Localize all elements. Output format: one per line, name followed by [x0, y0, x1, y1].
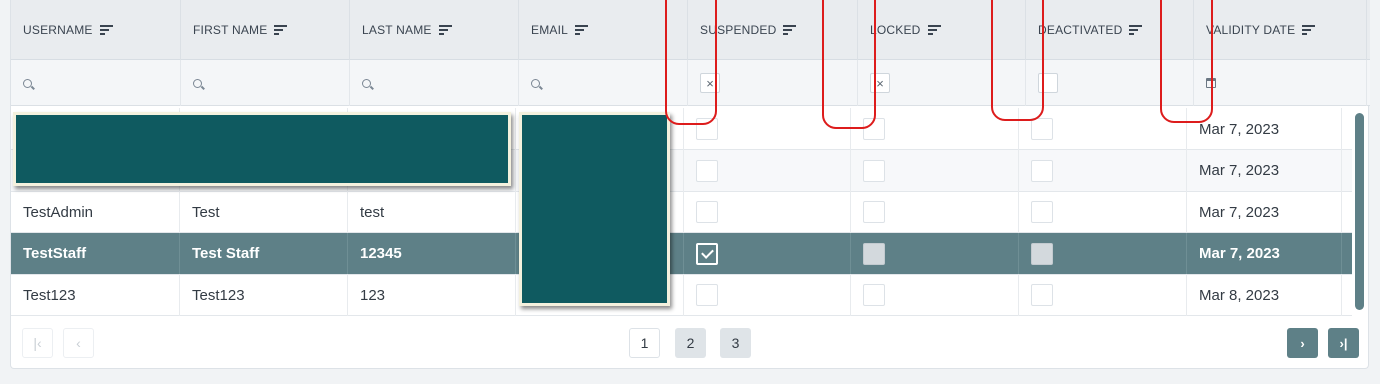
table-row[interactable]: TestStaff Test Staff 12345 Mar 7, 2023 — [11, 232, 1352, 275]
deactivated-checkbox[interactable] — [1031, 159, 1053, 182]
prev-page-icon: ‹ — [76, 335, 81, 351]
cell-deactivated — [1019, 232, 1187, 275]
sort-icon[interactable] — [274, 25, 288, 35]
cell-locked — [851, 274, 1019, 317]
suspended-checkbox[interactable] — [696, 242, 718, 265]
cell-last-name: test — [348, 191, 516, 234]
last-page-button[interactable]: ›| — [1328, 328, 1359, 358]
annotation-oval-3 — [991, 0, 1044, 121]
cell-locked — [851, 232, 1019, 275]
locked-checkbox[interactable] — [863, 201, 885, 224]
prev-page-button[interactable]: ‹ — [63, 328, 94, 358]
cell-validity-date: Mar 8, 2023 — [1187, 274, 1342, 317]
cell-deactivated — [1019, 191, 1187, 234]
vertical-scrollbar[interactable] — [1355, 113, 1364, 310]
page-button-1[interactable]: 1 — [629, 328, 660, 358]
filter-first-name[interactable] — [181, 60, 350, 106]
cell-deactivated — [1019, 274, 1187, 317]
cell-suspended — [684, 191, 851, 234]
deactivated-checkbox[interactable] — [1031, 284, 1053, 307]
cell-validity-date: Mar 7, 2023 — [1187, 191, 1342, 234]
next-page-icon: › — [1300, 335, 1305, 351]
cell-username: Test123 — [11, 274, 180, 317]
cell-last-name: 12345 — [348, 232, 516, 275]
annotation-oval-4 — [1160, 0, 1213, 123]
filter-username[interactable] — [11, 60, 181, 106]
sort-icon[interactable] — [99, 25, 113, 35]
column-header-label: DEACTIVATED — [1038, 23, 1123, 37]
filter-email[interactable] — [519, 60, 688, 106]
sort-icon[interactable] — [1302, 25, 1316, 35]
cell-deactivated — [1019, 149, 1187, 192]
cell-validity-date: Mar 7, 2023 — [1187, 149, 1342, 192]
annotation-oval-1 — [665, 0, 717, 125]
page-button-2[interactable]: 2 — [675, 328, 706, 358]
cell-first-name: Test123 — [180, 274, 348, 317]
cell-suspended — [684, 232, 851, 275]
column-header-label: FIRST NAME — [193, 23, 268, 37]
search-icon — [362, 78, 371, 88]
cell-username: TestStaff — [11, 232, 180, 275]
cell-suspended — [684, 274, 851, 317]
last-page-icon: ›| — [1339, 335, 1348, 351]
column-header-validity-date[interactable]: VALIDITY DATE — [1194, 0, 1367, 60]
cell-username: TestAdmin — [11, 191, 180, 234]
locked-checkbox[interactable] — [863, 242, 885, 265]
redaction-block-names — [13, 112, 511, 186]
column-header-first-name[interactable]: FIRST NAME — [181, 0, 350, 60]
suspended-checkbox[interactable] — [696, 284, 718, 307]
sort-icon[interactable] — [438, 25, 452, 35]
filter-validity-date[interactable] — [1194, 60, 1367, 106]
first-page-button[interactable]: |‹ — [22, 328, 53, 358]
cell-suspended — [684, 149, 851, 192]
deactivated-checkbox[interactable] — [1031, 242, 1053, 265]
column-header-email[interactable]: EMAIL — [519, 0, 688, 60]
cell-validity-date: Mar 7, 2023 — [1187, 232, 1342, 275]
search-icon — [193, 78, 202, 88]
suspended-checkbox[interactable] — [696, 201, 718, 224]
sort-icon[interactable] — [1129, 25, 1143, 35]
column-header-last-name[interactable]: LAST NAME — [350, 0, 519, 60]
locked-checkbox[interactable] — [863, 284, 885, 307]
filter-last-name[interactable] — [350, 60, 519, 106]
cell-locked — [851, 149, 1019, 192]
next-page-button[interactable]: › — [1287, 328, 1318, 358]
cell-last-name: 123 — [348, 274, 516, 317]
search-icon — [531, 78, 540, 88]
table-row[interactable]: TestAdmin Test test Mar 7, 2023 — [11, 191, 1352, 234]
column-header-label: EMAIL — [531, 23, 569, 37]
deactivated-checkbox[interactable] — [1031, 118, 1053, 140]
first-page-icon: |‹ — [33, 335, 42, 351]
search-icon — [23, 78, 32, 88]
column-header-label: USERNAME — [23, 23, 93, 37]
sort-icon[interactable] — [783, 25, 797, 35]
redaction-block-email — [519, 112, 670, 306]
page-button-3[interactable]: 3 — [720, 328, 751, 358]
pagination: |‹ ‹ 1 2 3 › ›| — [11, 317, 1370, 369]
sort-icon[interactable] — [927, 25, 941, 35]
column-header-label: LOCKED — [870, 23, 921, 37]
cell-locked — [851, 191, 1019, 234]
sort-icon[interactable] — [575, 25, 589, 35]
locked-checkbox[interactable] — [863, 159, 885, 182]
suspended-checkbox[interactable] — [696, 159, 718, 182]
column-header-username[interactable]: USERNAME — [11, 0, 181, 60]
column-header-label: VALIDITY DATE — [1206, 23, 1296, 37]
cell-first-name: Test Staff — [180, 232, 348, 275]
column-header-label: LAST NAME — [362, 23, 432, 37]
cell-first-name: Test — [180, 191, 348, 234]
deactivated-checkbox[interactable] — [1031, 201, 1053, 224]
table-row[interactable]: Test123 Test123 123 Mar 8, 2023 — [11, 274, 1352, 317]
annotation-oval-2 — [822, 0, 876, 129]
